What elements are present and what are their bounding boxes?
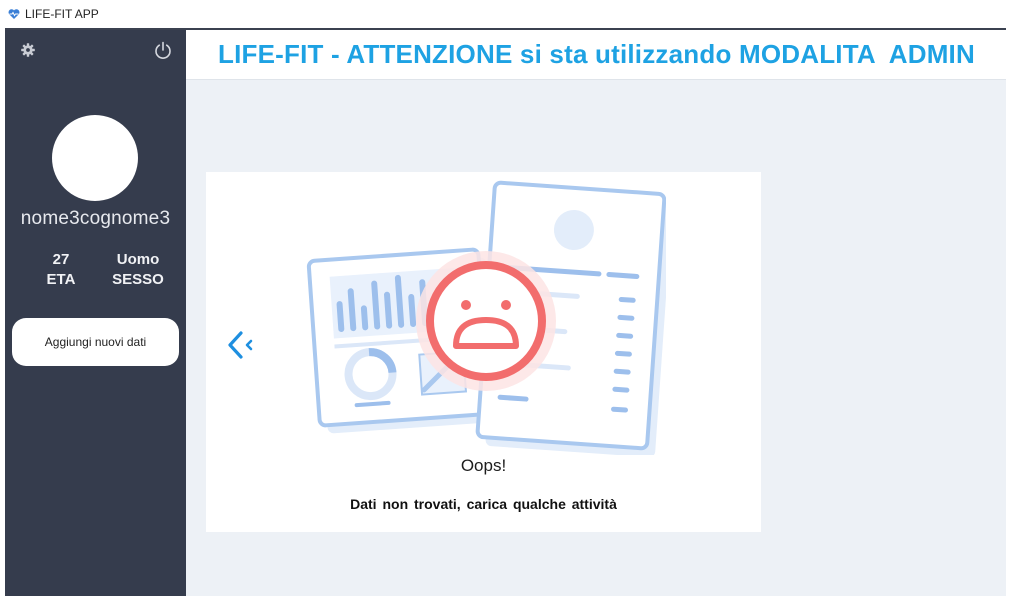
window-titlebar: LIFE-FIT APP <box>0 0 1019 28</box>
sad-face-empty-data-illustration <box>306 180 666 455</box>
header: LIFE-FIT - ATTENZIONE si sta utilizzando… <box>186 30 1006 80</box>
main-content: LIFE-FIT - ATTENZIONE si sta utilizzando… <box>186 30 1006 596</box>
page-title: LIFE-FIT - ATTENZIONE si sta utilizzando… <box>218 39 975 69</box>
stat-age: 27 ETA <box>35 250 87 290</box>
sex-value: Uomo <box>116 251 160 268</box>
empty-state-message: Dati non trovati, carica qualche attivit… <box>350 496 617 512</box>
empty-state-heading: Oops! <box>460 456 507 475</box>
sidebar: nome3cognome3 27 ETA Uomo SESSO Aggiungi… <box>5 30 186 596</box>
chevron-left-icon[interactable] <box>224 327 260 363</box>
username: nome3cognome3 <box>20 208 171 229</box>
add-new-data-button[interactable]: Aggiungi nuovi dati <box>12 318 179 366</box>
age-value: 27 <box>52 251 70 268</box>
sex-label: SESSO <box>112 271 164 288</box>
window-title: LIFE-FIT APP <box>25 7 99 21</box>
gear-icon[interactable] <box>20 42 36 58</box>
power-icon[interactable] <box>153 40 173 60</box>
avatar <box>52 115 138 201</box>
heart-pulse-icon <box>8 9 20 19</box>
empty-state-card: Oops! Dati non trovati, carica qualche a… <box>206 172 761 532</box>
age-label: ETA <box>46 271 76 288</box>
stat-sex: Uomo SESSO <box>103 250 173 290</box>
